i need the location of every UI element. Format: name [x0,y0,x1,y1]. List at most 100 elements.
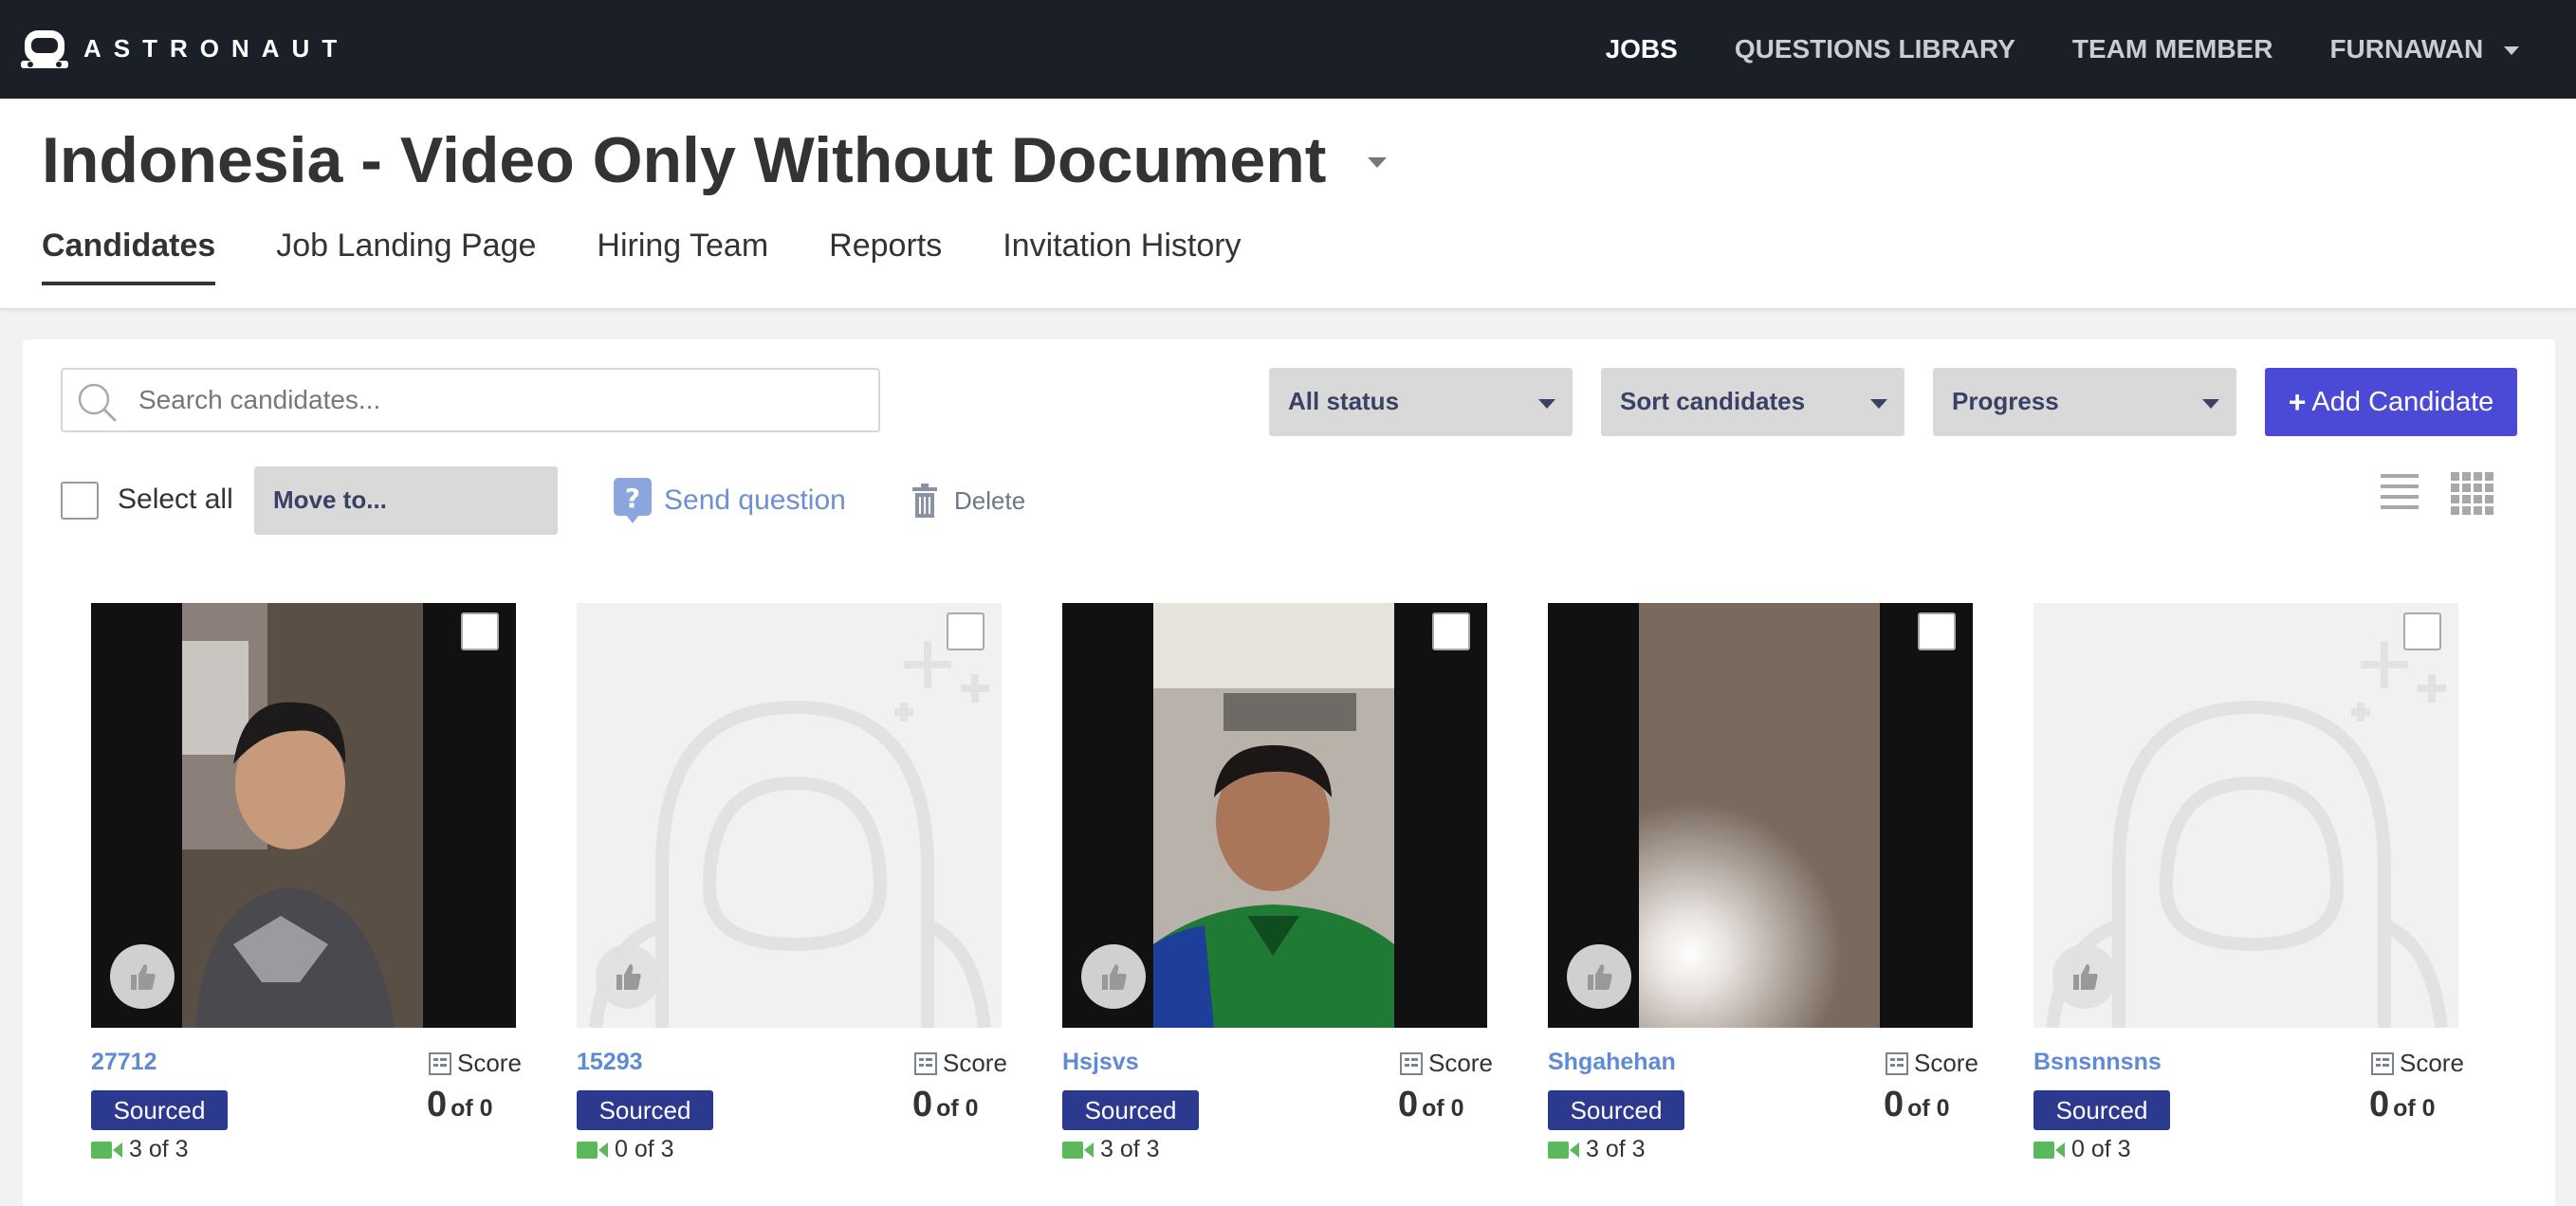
score-number: 0 [1884,1085,1904,1124]
list-view-icon[interactable] [2379,470,2420,512]
nav-jobs[interactable]: JOBS [1606,34,1678,64]
trash-icon [912,484,937,518]
score-label-text: Score [457,1049,522,1077]
candidate-checkbox[interactable] [947,612,984,650]
select-all-checkbox[interactable] [61,482,99,520]
user-menu[interactable]: FURNAWAN [2329,34,2519,64]
score-value: 0 of 0 [2369,1085,2436,1125]
svg-text:?: ? [625,483,640,514]
candidate-card[interactable]: 27712 Score 0 of 0 Sourced 3 of 3 [91,603,522,1191]
score-label-text: Score [943,1049,1007,1077]
status-badge: Sourced [577,1090,713,1130]
video-progress: 3 of 3 [91,1136,189,1163]
main-nav: JOBS QUESTIONS LIBRARY TEAM MEMBER FURNA… [1549,0,2519,99]
send-question-label: Send question [664,484,846,516]
candidate-card[interactable]: Bsnsnnsns Score 0 of 0 Sourced 0 of 3 [2033,603,2464,1191]
video-count: 3 of 3 [1586,1136,1646,1162]
score-label: Score [429,1049,522,1078]
like-button[interactable] [596,944,660,1009]
video-camera-icon [1062,1141,1094,1159]
nav-questions-library[interactable]: QUESTIONS LIBRARY [1735,34,2015,64]
video-count: 0 of 3 [2071,1136,2131,1162]
tab-reports[interactable]: Reports [829,228,942,285]
search-input[interactable] [138,370,869,430]
score-label-text: Score [2400,1049,2464,1077]
score-total: of 0 [2393,1095,2436,1122]
video-camera-icon [91,1141,122,1159]
score-total: of 0 [451,1095,493,1122]
like-button[interactable] [1567,944,1631,1009]
job-tabs: Candidates Job Landing Page Hiring Team … [42,228,1302,285]
video-camera-icon [2033,1141,2065,1159]
brand-logo[interactable]: ASTRONAUT [21,27,349,70]
like-button[interactable] [1081,944,1146,1009]
candidate-name[interactable]: Bsnsnnsns [2033,1049,2162,1076]
video-progress: 3 of 3 [1062,1136,1160,1163]
search-box [61,368,880,432]
send-question-button[interactable]: ? Send question [613,472,846,529]
candidate-checkbox[interactable] [2403,612,2441,650]
candidate-checkbox[interactable] [1918,612,1956,650]
progress-value: Progress [1952,387,2059,415]
score-total: of 0 [1422,1095,1464,1122]
sort-value: Sort candidates [1620,387,1806,415]
video-progress: 0 of 3 [2033,1136,2131,1163]
caret-down-icon [2504,46,2519,56]
select-all-label: Select all [118,484,233,515]
tab-invitation-history[interactable]: Invitation History [1003,228,1241,285]
chevron-down-icon [1538,399,1555,409]
video-progress: 3 of 3 [1548,1136,1646,1163]
candidate-thumbnail[interactable] [91,603,516,1028]
candidate-thumbnail[interactable] [1548,603,1973,1028]
nav-team-member[interactable]: TEAM MEMBER [2072,34,2273,64]
video-count: 3 of 3 [129,1136,189,1162]
candidate-thumbnail[interactable] [1062,603,1487,1028]
status-badge: Sourced [1062,1090,1199,1130]
candidate-name[interactable]: Hsjsvs [1062,1049,1139,1076]
candidate-thumbnail[interactable] [577,603,1002,1028]
like-button[interactable] [110,944,175,1009]
candidate-card[interactable]: Shgahehan Score 0 of 0 Sourced 3 of 3 [1548,603,1978,1191]
score-label: Score [2371,1049,2464,1078]
candidate-thumbnail[interactable] [2033,603,2458,1028]
status-badge: Sourced [2033,1090,2170,1130]
status-filter-select[interactable]: All status [1269,368,1573,436]
job-switcher-caret-icon[interactable] [1368,157,1387,168]
tab-job-landing-page[interactable]: Job Landing Page [276,228,536,285]
plus-icon: + [2288,384,2307,419]
like-button[interactable] [2052,944,2117,1009]
grid-view-icon[interactable] [2449,470,2494,516]
sort-select[interactable]: Sort candidates [1601,368,1904,436]
move-to-select[interactable]: Move to... [254,466,558,535]
move-to-value: Move to... [273,485,387,514]
video-count: 0 of 3 [615,1136,674,1162]
job-header: Indonesia - Video Only Without Document … [0,99,2576,309]
thumbs-up-icon [2073,964,2098,990]
candidate-card[interactable]: 15293 Score 0 of 0 Sourced 0 of 3 [577,603,1007,1191]
video-progress: 0 of 3 [577,1136,674,1163]
candidate-checkbox[interactable] [461,612,499,650]
status-filter-value: All status [1288,387,1400,415]
score-number: 0 [2369,1085,2390,1124]
thumbs-up-icon [1102,964,1127,990]
video-count: 3 of 3 [1100,1136,1160,1162]
add-candidate-label: Add Candidate [2311,386,2494,417]
add-candidate-button[interactable]: + Add Candidate [2265,368,2517,436]
candidate-card[interactable]: Hsjsvs Score 0 of 0 Sourced 3 of 3 [1062,603,1493,1191]
candidate-checkbox[interactable] [1432,612,1470,650]
candidate-name[interactable]: 15293 [577,1049,643,1076]
search-icon [78,383,117,422]
score-label: Score [1886,1049,1978,1078]
candidate-name[interactable]: 27712 [91,1049,157,1076]
chevron-down-icon [1870,399,1887,409]
user-name: FURNAWAN [2329,34,2484,64]
candidate-name[interactable]: Shgahehan [1548,1049,1676,1076]
score-value: 0 of 0 [1398,1085,1464,1125]
score-value: 0 of 0 [427,1085,493,1125]
score-label-text: Score [1914,1049,1978,1077]
score-label: Score [1400,1049,1493,1078]
progress-select[interactable]: Progress [1933,368,2236,436]
tab-candidates[interactable]: Candidates [42,228,216,285]
tab-hiring-team[interactable]: Hiring Team [597,228,768,285]
delete-button[interactable]: Delete [911,480,1025,521]
